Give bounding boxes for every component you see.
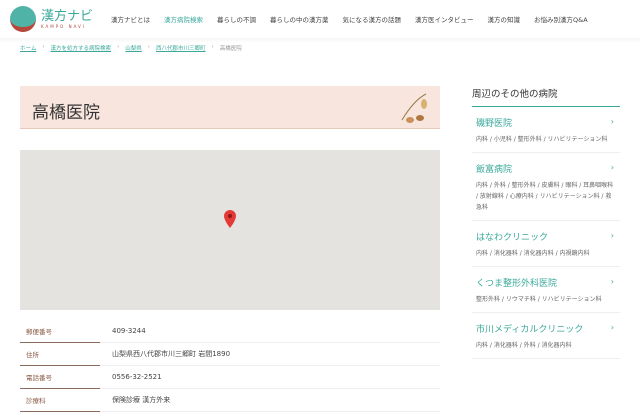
- hospital-departments: 内科 / 外科 / 整形外科 / 皮膚科 / 眼科 / 耳鼻咽喉科 / 放射線科…: [476, 182, 614, 211]
- hospital-list-item[interactable]: 磯野医院 › 内科 / 小児科 / 整形外科 / リハビリテーション科: [472, 107, 620, 153]
- info-value: 山梨県西八代郡市川三郷町 岩間1890: [112, 350, 231, 358]
- chevron-right-icon: ›: [610, 163, 614, 172]
- breadcrumb-current: 高橋医院: [219, 46, 242, 52]
- nearby-hospitals: 周辺のその他の病院 磯野医院 › 内科 / 小児科 / 整形外科 / リハビリテーシ…: [472, 86, 620, 359]
- info-label: 電話番号: [20, 372, 112, 382]
- map[interactable]: [20, 150, 440, 310]
- hospital-departments: 整形外科 / リウマチ科 / リハビリテーション科: [476, 296, 602, 303]
- separator: ›: [147, 44, 150, 50]
- nav-item[interactable]: 暮らしの不調: [217, 14, 256, 24]
- info-label: 診療科: [20, 395, 112, 405]
- info-row: 電話番号 0556-32-2521: [20, 366, 440, 389]
- chevron-right-icon: ›: [610, 231, 614, 240]
- nav-item[interactable]: お悩み別漢方Q&A: [534, 14, 588, 24]
- info-value: 409-3244: [112, 327, 146, 335]
- nav-item[interactable]: 漢方の知識: [488, 14, 521, 24]
- main-nav: 漢方ナビとは 漢方病院検索 暮らしの不調 暮らしの中の漢方薬 気になる漢方の話題…: [111, 14, 588, 24]
- info-label: 住所: [20, 349, 112, 359]
- hospital-list-item[interactable]: くつま整形外科医院 › 整形外科 / リウマチ科 / リハビリテーション科: [472, 267, 620, 313]
- info-row: 診療科 保険診療 漢方外来: [20, 389, 440, 412]
- info-value: 0556-32-2521: [112, 373, 162, 381]
- nav-item[interactable]: 暮らしの中の漢方薬: [270, 14, 329, 24]
- hospital-departments: 内科 / 小児科 / 整形外科 / リハビリテーション科: [476, 136, 608, 143]
- nav-item[interactable]: 漢方病院検索: [164, 14, 203, 24]
- nav-item[interactable]: 気になる漢方の話題: [343, 14, 402, 24]
- breadcrumb-link[interactable]: ホーム: [20, 44, 36, 52]
- info-label: 郵便番号: [20, 326, 112, 336]
- chevron-right-icon: ›: [610, 117, 614, 126]
- title-banner: 高橋医院: [20, 86, 440, 129]
- sidebar-title: 周辺のその他の病院: [472, 86, 620, 107]
- separator: ›: [117, 44, 120, 50]
- logo-title: 漢方ナビ: [41, 8, 94, 24]
- hospital-name[interactable]: 磯野医院: [476, 116, 616, 129]
- hospital-departments: 内科 / 消化器科 / 消化器内科 / 内視鏡内科: [476, 250, 590, 257]
- breadcrumb: ホーム › 漢方を処方する病院検索 › 山梨県 › 西八代郡市川三郷町 › 高橋医院: [20, 44, 242, 52]
- breadcrumb-link[interactable]: 山梨県: [125, 44, 142, 52]
- separator: ›: [42, 44, 45, 50]
- info-value: 保険診療 漢方外来: [112, 396, 171, 404]
- herb-illustration-icon: [401, 93, 427, 123]
- map-pin-icon[interactable]: [224, 210, 236, 228]
- separator: ›: [211, 44, 214, 50]
- info-row: 郵便番号 409-3244: [20, 320, 440, 343]
- hospital-name[interactable]: 市川メディカルクリニック: [476, 322, 616, 335]
- nav-item[interactable]: 漢方ナビとは: [111, 14, 150, 24]
- breadcrumb-link[interactable]: 漢方を処方する病院検索: [51, 44, 112, 52]
- hospital-info-table: 郵便番号 409-3244 住所 山梨県西八代郡市川三郷町 岩間1890 電話番号 0…: [20, 320, 440, 412]
- chevron-right-icon: ›: [610, 277, 614, 286]
- hospital-list-item[interactable]: 市川メディカルクリニック › 内科 / 消化器科 / 外科 / 消化器内科: [472, 313, 620, 359]
- nav-item[interactable]: 漢方医インタビュー: [415, 14, 474, 24]
- hospital-list-item[interactable]: はなわクリニック › 内科 / 消化器科 / 消化器内科 / 内視鏡内科: [472, 221, 620, 267]
- logo-subtitle: KAMPO NAVI: [41, 23, 86, 29]
- hospital-name[interactable]: くつま整形外科医院: [476, 276, 616, 289]
- logo[interactable]: 漢方ナビ KAMPO NAVI: [10, 6, 93, 32]
- chevron-right-icon: ›: [610, 323, 614, 332]
- hospital-list-item[interactable]: 飯富病院 › 内科 / 外科 / 整形外科 / 皮膚科 / 眼科 / 耳鼻咽喉科 /…: [472, 153, 620, 221]
- breadcrumb-link[interactable]: 西八代郡市川三郷町: [156, 44, 206, 52]
- hospital-departments: 内科 / 消化器科 / 外科 / 消化器内科: [476, 342, 572, 349]
- hospital-name[interactable]: はなわクリニック: [476, 230, 616, 243]
- info-row: 住所 山梨県西八代郡市川三郷町 岩間1890: [20, 343, 440, 366]
- header: 漢方ナビ KAMPO NAVI 漢方ナビとは 漢方病院検索 暮らしの不調 暮らし…: [0, 0, 640, 38]
- hospital-name[interactable]: 飯富病院: [476, 162, 616, 175]
- logo-icon: [10, 6, 36, 32]
- page-title: 高橋医院: [32, 103, 100, 123]
